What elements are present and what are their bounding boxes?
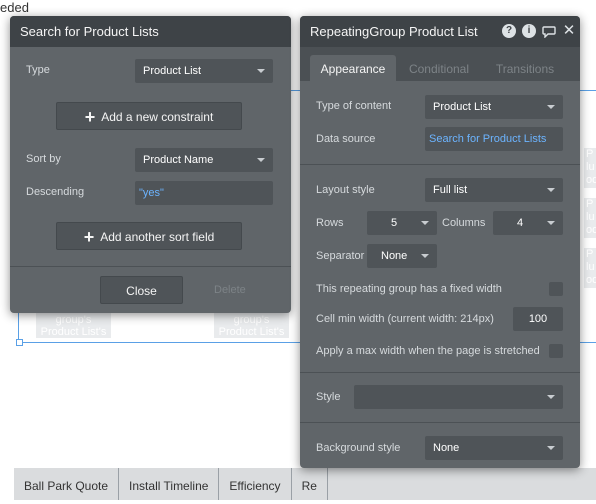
rows-dropdown[interactable]: 5 (367, 211, 437, 235)
type-label: Type (26, 64, 50, 76)
cell-placeholder: group's Product List's (36, 312, 111, 338)
plus-icon: + (84, 107, 96, 127)
rg-panel-title-text: RepeatingGroup Product List (310, 24, 478, 39)
chevron-down-icon (547, 446, 555, 450)
side-placeholder: P lu od (584, 148, 596, 188)
chevron-down-icon (547, 395, 555, 399)
add-constraint-button[interactable]: + Add a new constraint (56, 102, 242, 130)
side-placeholder: P lu od (584, 198, 596, 238)
cell-min-width-field[interactable]: 100 (513, 307, 563, 331)
background-style-dropdown[interactable]: None (425, 436, 563, 460)
separator-dropdown[interactable]: None (367, 244, 437, 268)
search-panel: Search for Product Lists Type Product Li… (10, 16, 291, 313)
type-of-content-dropdown[interactable]: Product List (425, 95, 563, 119)
sort-by-dropdown[interactable]: Product Name (135, 148, 273, 172)
tab-bar: Appearance Conditional Transitions (300, 47, 580, 81)
separator-value: None (381, 250, 408, 262)
comment-icon[interactable] (542, 24, 556, 39)
max-width-label: Apply a max width when the page is stret… (316, 345, 540, 357)
chevron-down-icon (547, 221, 555, 225)
search-panel-title: Search for Product Lists (10, 16, 291, 47)
descending-label: Descending (26, 186, 85, 198)
type-value: Product List (143, 65, 202, 77)
nav-item-efficiency[interactable]: Efficiency (219, 468, 292, 500)
style-dropdown[interactable] (354, 385, 563, 409)
style-label: Style (316, 391, 341, 403)
rows-value: 5 (391, 217, 398, 229)
chevron-down-icon (421, 221, 429, 225)
canvas-text-fragment: eded (0, 0, 29, 15)
help-icon[interactable]: ? (502, 24, 516, 38)
columns-value: 4 (517, 217, 524, 229)
cell-placeholder: group's Product List's (214, 312, 289, 338)
chevron-down-icon (421, 254, 429, 258)
repeating-group-panel: RepeatingGroup Product List ? i ✕ Appear… (300, 16, 580, 468)
divider (300, 372, 580, 373)
sort-by-label: Sort by (26, 153, 61, 165)
columns-dropdown[interactable]: 4 (493, 211, 563, 235)
background-style-label: Background style (316, 442, 401, 454)
close-button[interactable]: Close (100, 276, 183, 304)
delete-button[interactable]: Delete (214, 284, 246, 296)
rows-label: Rows (316, 217, 344, 229)
chevron-down-icon (547, 105, 555, 109)
nav-item-ball-park-quote[interactable]: Ball Park Quote (14, 468, 120, 500)
side-placeholder: P lu od (584, 248, 596, 288)
add-sort-field-label: Add another sort field (100, 230, 215, 244)
info-icon[interactable]: i (522, 24, 536, 38)
chevron-down-icon (547, 188, 555, 192)
close-icon[interactable]: ✕ (562, 23, 576, 38)
divider (300, 164, 580, 165)
type-dropdown[interactable]: Product List (135, 59, 273, 83)
data-source-label: Data source (316, 133, 376, 145)
tab-transitions[interactable]: Transitions (484, 55, 566, 81)
tab-appearance[interactable]: Appearance (310, 55, 396, 81)
fixed-width-checkbox[interactable] (549, 282, 563, 296)
type-of-content-label: Type of content (316, 100, 392, 112)
max-width-checkbox[interactable] (549, 344, 563, 358)
columns-label: Columns (442, 217, 486, 229)
chevron-down-icon (257, 69, 265, 73)
layout-style-label: Layout style (316, 184, 375, 196)
sort-by-value: Product Name (143, 154, 214, 166)
chevron-down-icon (257, 158, 265, 162)
divider (300, 422, 580, 423)
fixed-width-label: This repeating group has a fixed width (316, 283, 502, 295)
nav-item-install-timeline[interactable]: Install Timeline (119, 468, 220, 500)
nav-item-re[interactable]: Re (292, 468, 328, 500)
cell-min-width-label: Cell min width (current width: 214px) (316, 313, 494, 325)
divider (10, 266, 291, 267)
rg-panel-title: RepeatingGroup Product List ? i ✕ (300, 16, 580, 47)
add-constraint-label: Add a new constraint (101, 110, 214, 124)
type-of-content-value: Product List (433, 101, 492, 113)
plus-icon: + (83, 227, 95, 247)
descending-field[interactable]: "yes" (135, 181, 273, 205)
separator-label: Separator (316, 250, 365, 262)
background-style-value: None (433, 442, 460, 454)
selection-handle[interactable] (16, 339, 23, 346)
add-sort-field-button[interactable]: + Add another sort field (56, 222, 242, 250)
layout-style-value: Full list (433, 184, 468, 196)
data-source-field[interactable]: Search for Product Lists (425, 127, 563, 151)
tab-conditional[interactable]: Conditional (398, 55, 480, 81)
footer-nav: Ball Park Quote Install Timeline Efficie… (14, 468, 596, 500)
layout-style-dropdown[interactable]: Full list (425, 178, 563, 202)
